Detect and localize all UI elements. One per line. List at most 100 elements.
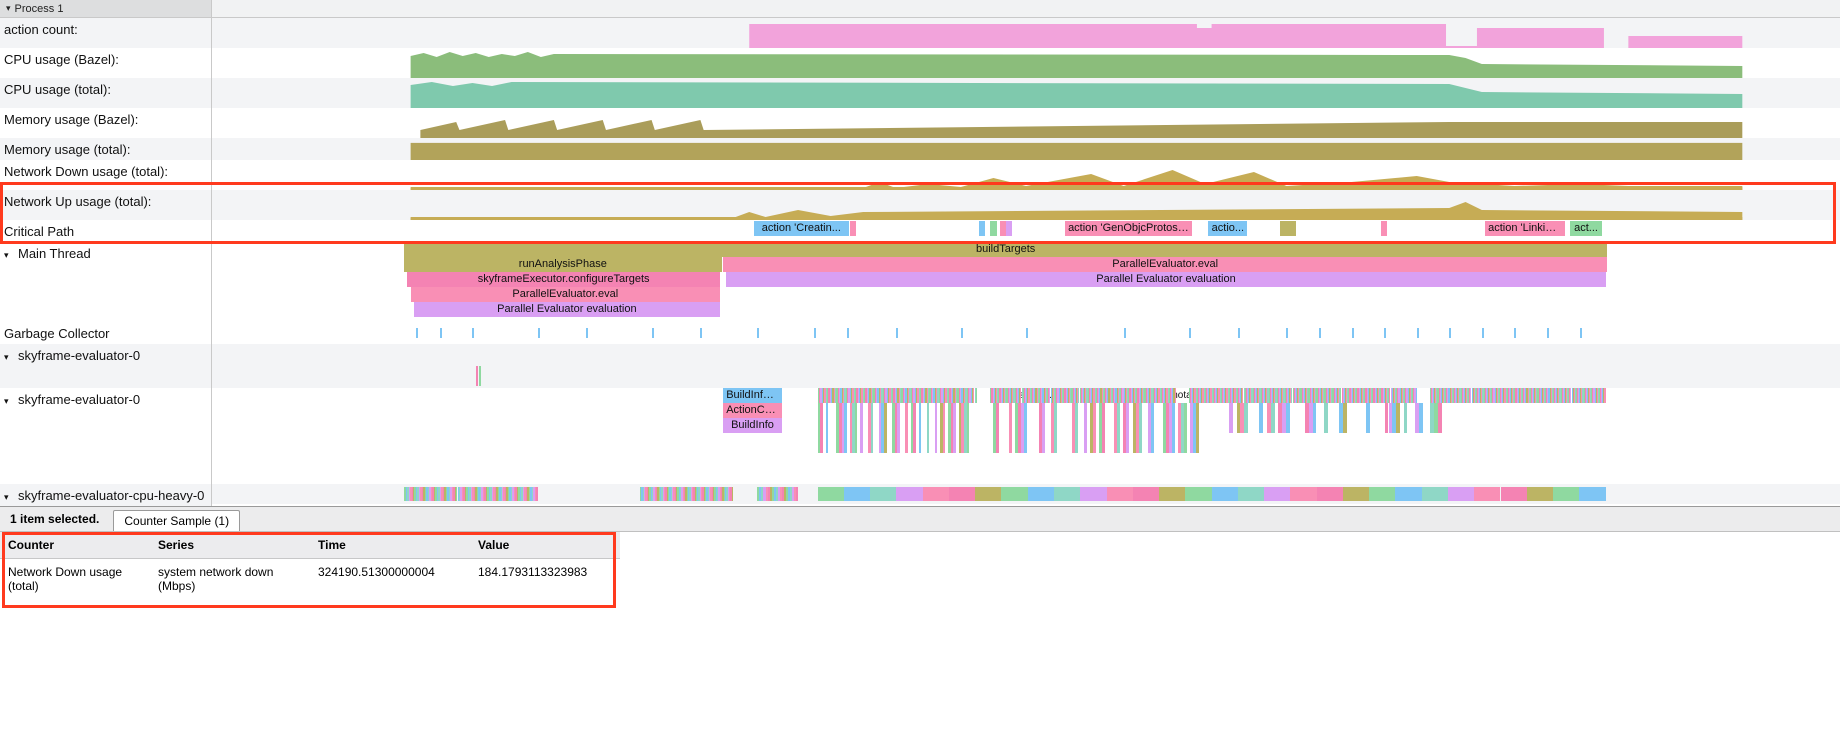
flame-sliver[interactable]: [913, 403, 916, 453]
flame-sliver[interactable]: [826, 403, 829, 453]
flame-sliver[interactable]: [1369, 487, 1395, 501]
track-critical-path[interactable]: Critical Path action 'Creatin...action '…: [0, 220, 1840, 242]
flame-sliver[interactable]: [1317, 487, 1343, 501]
flame-block[interactable]: [979, 221, 986, 236]
flame-sliver[interactable]: [1133, 487, 1159, 501]
flame-block[interactable]: action 'GenObjcProtos video/...: [1065, 221, 1192, 236]
flame-sliver[interactable]: [884, 403, 887, 453]
flame-sliver[interactable]: [953, 403, 956, 453]
flame-block[interactable]: buildTargets: [404, 242, 1607, 257]
flame-sliver[interactable]: [1075, 403, 1078, 453]
flame-sliver[interactable]: [536, 487, 537, 501]
flame-block[interactable]: action 'Linking go...: [1485, 221, 1565, 236]
flame-sliver[interactable]: [796, 487, 798, 501]
flame-sliver[interactable]: [1093, 403, 1096, 453]
flame-block[interactable]: [1381, 221, 1388, 236]
flame-sliver[interactable]: [1501, 487, 1527, 501]
track-lane[interactable]: [212, 18, 1840, 48]
flame-sliver[interactable]: [975, 487, 1001, 501]
flame-sliver[interactable]: [1028, 487, 1054, 501]
track-lane[interactable]: [212, 48, 1840, 78]
flame-sliver[interactable]: [844, 403, 847, 453]
flame-sliver[interactable]: [1395, 487, 1421, 501]
table-row[interactable]: Network Down usage (total) system networ…: [0, 559, 620, 600]
track-gc[interactable]: Garbage Collector: [0, 322, 1840, 344]
track-lane[interactable]: [212, 78, 1840, 108]
flame-sliver[interactable]: [1343, 487, 1369, 501]
process-tab[interactable]: ▾ Process 1: [0, 0, 212, 17]
selection-tab-counter-sample[interactable]: Counter Sample (1): [113, 510, 240, 531]
track-skyframe-cpu-heavy-0[interactable]: ▾skyframe-evaluator-cpu-heavy-0: [0, 484, 1840, 506]
track-mem-bazel[interactable]: Memory usage (Bazel):: [0, 108, 1840, 138]
flame-sliver[interactable]: [1604, 388, 1605, 403]
flame-sliver[interactable]: [1271, 403, 1275, 433]
flame-sliver[interactable]: [1238, 487, 1264, 501]
flame-sliver[interactable]: [1422, 487, 1448, 501]
flame-block[interactable]: BuildInfo: [723, 418, 782, 433]
track-lane[interactable]: [212, 322, 1840, 344]
flame-sliver[interactable]: [871, 403, 874, 453]
flame-block[interactable]: act...: [1570, 221, 1603, 236]
flame-sliver[interactable]: [1001, 487, 1027, 501]
flame-sliver[interactable]: [844, 487, 870, 501]
col-series[interactable]: Series: [150, 532, 310, 559]
flame-sliver[interactable]: [1139, 403, 1142, 453]
flame-sliver[interactable]: [732, 487, 733, 501]
flame-sliver[interactable]: [1175, 388, 1176, 403]
flame-sliver[interactable]: [1084, 403, 1087, 453]
flame-sliver[interactable]: [1438, 403, 1442, 433]
flame-sliver[interactable]: [855, 403, 858, 453]
track-mem-total[interactable]: Memory usage (total):: [0, 138, 1840, 160]
flame-sliver[interactable]: [1324, 403, 1328, 433]
flame-block[interactable]: ParallelEvaluator.eval: [723, 257, 1607, 272]
track-cpu-total[interactable]: CPU usage (total):: [0, 78, 1840, 108]
flame-sliver[interactable]: [905, 403, 908, 453]
flame-sliver[interactable]: [949, 487, 975, 501]
flame-sliver[interactable]: [1159, 487, 1185, 501]
flame-sliver[interactable]: [1474, 487, 1500, 501]
flame-sliver[interactable]: [935, 403, 938, 453]
flame-sliver[interactable]: [1172, 403, 1175, 453]
flame-sliver[interactable]: [820, 403, 823, 453]
track-lane[interactable]: buildTargetsrunAnalysisPhaseParallelEval…: [212, 242, 1840, 322]
flame-block[interactable]: [990, 221, 997, 236]
flame-sliver[interactable]: [976, 388, 977, 403]
track-lane[interactable]: [212, 484, 1840, 504]
chevron-down-icon[interactable]: ▾: [4, 492, 14, 503]
flame-sliver[interactable]: [818, 487, 844, 501]
flame-sliver[interactable]: [870, 487, 896, 501]
track-lane[interactable]: [212, 190, 1840, 220]
flame-sliver[interactable]: [1396, 403, 1400, 433]
track-lane[interactable]: [212, 108, 1840, 138]
flame-block[interactable]: Parallel Evaluator evaluation: [414, 302, 720, 317]
track-lane[interactable]: [212, 138, 1840, 160]
track-lane[interactable]: [212, 344, 1840, 388]
flame-sliver[interactable]: [1419, 403, 1423, 433]
flame-sliver[interactable]: [1196, 403, 1199, 453]
flame-block[interactable]: action 'Creatin...: [754, 221, 848, 236]
flame-sliver[interactable]: [1126, 403, 1129, 453]
flame-sliver[interactable]: [1107, 487, 1133, 501]
flame-sliver[interactable]: [1416, 388, 1417, 403]
flame-sliver[interactable]: [1080, 487, 1106, 501]
flame-sliver[interactable]: [1054, 403, 1057, 453]
flame-sliver[interactable]: [1042, 403, 1045, 453]
flame-block[interactable]: [850, 221, 856, 236]
flame-sliver[interactable]: [1264, 487, 1290, 501]
track-skyframe-evaluator-0-a[interactable]: ▾skyframe-evaluator-0: [0, 344, 1840, 388]
track-skyframe-evaluator-0-b[interactable]: ▾skyframe-evaluator-0 BuildInfo ...Actio…: [0, 388, 1840, 484]
flame-sliver[interactable]: [1009, 403, 1012, 453]
track-lane[interactable]: [212, 160, 1840, 190]
flame-block[interactable]: [1000, 221, 1006, 236]
flame-sliver[interactable]: [1366, 403, 1370, 433]
flame-block[interactable]: [1006, 221, 1012, 236]
flame-block[interactable]: skyframeExecutor.configureTargets: [407, 272, 720, 287]
flame-block[interactable]: BuildInfo ...: [723, 388, 782, 403]
col-counter[interactable]: Counter: [0, 532, 150, 559]
flame-sliver[interactable]: [1290, 487, 1316, 501]
flame-block[interactable]: ActionConti...: [723, 403, 782, 418]
flame-sliver[interactable]: [1527, 487, 1553, 501]
track-cpu-bazel[interactable]: CPU usage (Bazel):: [0, 48, 1840, 78]
flame-block[interactable]: ParallelEvaluator.eval: [411, 287, 720, 302]
flame-sliver[interactable]: [1579, 487, 1605, 501]
